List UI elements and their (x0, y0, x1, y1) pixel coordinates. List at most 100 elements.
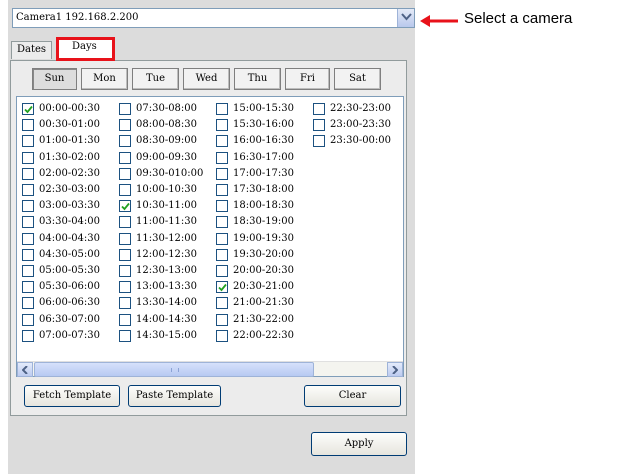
time-slot-checkbox[interactable] (22, 200, 34, 213)
fetch-template-button[interactable]: Fetch Template (24, 385, 120, 407)
time-slot-label: 09:00-09:30 (136, 151, 198, 163)
apply-button[interactable]: Apply (311, 432, 407, 456)
day-button-fri[interactable]: Fri (285, 68, 330, 90)
time-slot-checkbox[interactable] (119, 135, 131, 148)
time-slot-checkbox[interactable] (22, 232, 34, 245)
time-slot-label: 16:30-17:00 (233, 151, 295, 163)
horizontal-scrollbar[interactable] (17, 361, 403, 377)
time-slot-label: 11:00-11:30 (136, 216, 198, 228)
time-slot-label: 12:30-13:00 (136, 265, 198, 276)
time-slot-checkbox[interactable] (119, 313, 131, 326)
time-slot-label: 05:30-06:00 (39, 281, 101, 293)
scroll-thumb[interactable] (34, 362, 314, 377)
time-slot-checkbox[interactable] (313, 119, 325, 132)
time-slot-checkbox[interactable] (119, 232, 131, 245)
time-slot-checkbox[interactable] (119, 184, 131, 196)
time-slot-checkbox[interactable] (216, 184, 228, 196)
time-slot-checkbox[interactable] (22, 151, 34, 164)
time-slot-checkbox[interactable] (22, 313, 34, 326)
time-slot-checkbox[interactable] (119, 297, 131, 310)
time-slot-label: 19:30-20:00 (233, 248, 295, 260)
paste-template-button[interactable]: Paste Template (128, 385, 221, 407)
camera-select[interactable]: Camera1 192.168.2.200 (12, 8, 415, 28)
time-slot-checkbox[interactable] (119, 329, 131, 342)
day-button-thu[interactable]: Thu (234, 68, 281, 90)
time-slot-checkbox[interactable] (119, 200, 131, 213)
time-slot-checkbox[interactable] (216, 313, 228, 326)
time-slot-checkbox[interactable] (119, 281, 131, 294)
time-slot-label: 07:30-08:00 (136, 103, 198, 114)
dropdown-arrow-button[interactable] (397, 9, 414, 27)
time-slot-checkbox[interactable] (216, 281, 228, 294)
time-slot-checkbox[interactable] (22, 265, 34, 277)
day-button-wed[interactable]: Wed (183, 68, 230, 90)
time-slot-label: 04:30-05:00 (39, 248, 101, 260)
time-slot-checkbox[interactable] (22, 329, 34, 342)
time-slot-checkbox[interactable] (22, 103, 34, 115)
time-slot-label: 00:30-01:00 (39, 119, 101, 131)
tab-days[interactable]: Days (56, 37, 115, 61)
tab-days-label: Days (72, 41, 97, 52)
time-slot-checkbox[interactable] (22, 297, 34, 310)
time-slot-checkbox[interactable] (216, 119, 228, 132)
day-button-sun[interactable]: Sun (32, 68, 77, 90)
time-slot-checkbox[interactable] (216, 167, 228, 180)
time-slot-checkbox[interactable] (119, 103, 131, 115)
time-slot-checkbox[interactable] (22, 167, 34, 180)
time-slot-checkbox[interactable] (22, 216, 34, 229)
time-slot-checkbox[interactable] (22, 135, 34, 148)
time-slot-checkbox[interactable] (119, 248, 131, 261)
time-slot-checkbox[interactable] (22, 281, 34, 294)
time-slot-checkbox[interactable] (22, 119, 34, 132)
time-slot-label: 13:30-14:00 (136, 297, 198, 309)
scroll-left-button[interactable] (17, 362, 33, 377)
time-slot-label: 02:30-03:00 (39, 184, 101, 195)
checkmark-icon (24, 105, 33, 114)
time-slot-checkbox[interactable] (216, 297, 228, 310)
time-slot-label: 14:00-14:30 (136, 313, 198, 325)
time-slot-label: 05:00-05:30 (39, 265, 101, 276)
time-slot-checkbox[interactable] (216, 329, 228, 342)
time-slot-checkbox[interactable] (216, 200, 228, 213)
time-slot-label: 23:30-00:00 (330, 135, 392, 147)
tab-dates[interactable]: Dates (11, 41, 52, 59)
time-slot-checkbox[interactable] (119, 151, 131, 164)
time-slot-checkbox[interactable] (216, 103, 228, 115)
time-slot-label: 06:00-06:30 (39, 297, 101, 309)
time-slot-label: 23:00-23:30 (330, 119, 392, 131)
time-slot-checkbox[interactable] (216, 232, 228, 245)
day-button-tue[interactable]: Tue (132, 68, 179, 90)
callout-label: Select a camera (464, 10, 573, 27)
time-slot-checkbox[interactable] (216, 265, 228, 277)
time-slot-label: 02:00-02:30 (39, 167, 101, 179)
day-button-mon[interactable]: Mon (81, 68, 128, 90)
time-slot-checkbox[interactable] (119, 216, 131, 229)
time-slot-label: 18:30-19:00 (233, 216, 295, 228)
time-slot-label: 08:30-09:00 (136, 135, 198, 147)
time-slot-label: 03:30-04:00 (39, 216, 101, 228)
time-slot-label: 03:00-03:30 (39, 200, 101, 212)
time-slot-checkbox[interactable] (22, 248, 34, 261)
time-slot-label: 12:00-12:30 (136, 248, 198, 260)
clear-button[interactable]: Clear (304, 385, 401, 407)
time-slot-checkbox[interactable] (216, 135, 228, 148)
time-slot-checkbox[interactable] (313, 135, 325, 148)
time-slot-label: 13:00-13:30 (136, 281, 198, 293)
time-slot-label: 21:30-22:00 (233, 313, 295, 325)
scroll-right-button[interactable] (387, 362, 403, 377)
time-slot-label: 07:00-07:30 (39, 329, 101, 341)
tab-dates-label: Dates (17, 44, 47, 55)
time-slot-label: 17:00-17:30 (233, 167, 295, 179)
time-slot-checkbox[interactable] (119, 167, 131, 180)
time-slot-label: 10:00-10:30 (136, 184, 198, 195)
time-slot-label: 20:30-21:00 (233, 281, 295, 293)
time-slot-checkbox[interactable] (313, 103, 325, 115)
time-slot-checkbox[interactable] (216, 151, 228, 164)
time-slot-checkbox[interactable] (216, 216, 228, 229)
day-button-sat[interactable]: Sat (334, 68, 381, 90)
time-slot-checkbox[interactable] (22, 184, 34, 196)
time-slot-checkbox[interactable] (119, 265, 131, 277)
time-slot-checkbox[interactable] (119, 119, 131, 132)
time-slot-checkbox[interactable] (216, 248, 228, 261)
time-slot-list[interactable]: 00:00-00:30 00:30-01:00 01:00-01:30 01:30-0… (16, 96, 404, 377)
